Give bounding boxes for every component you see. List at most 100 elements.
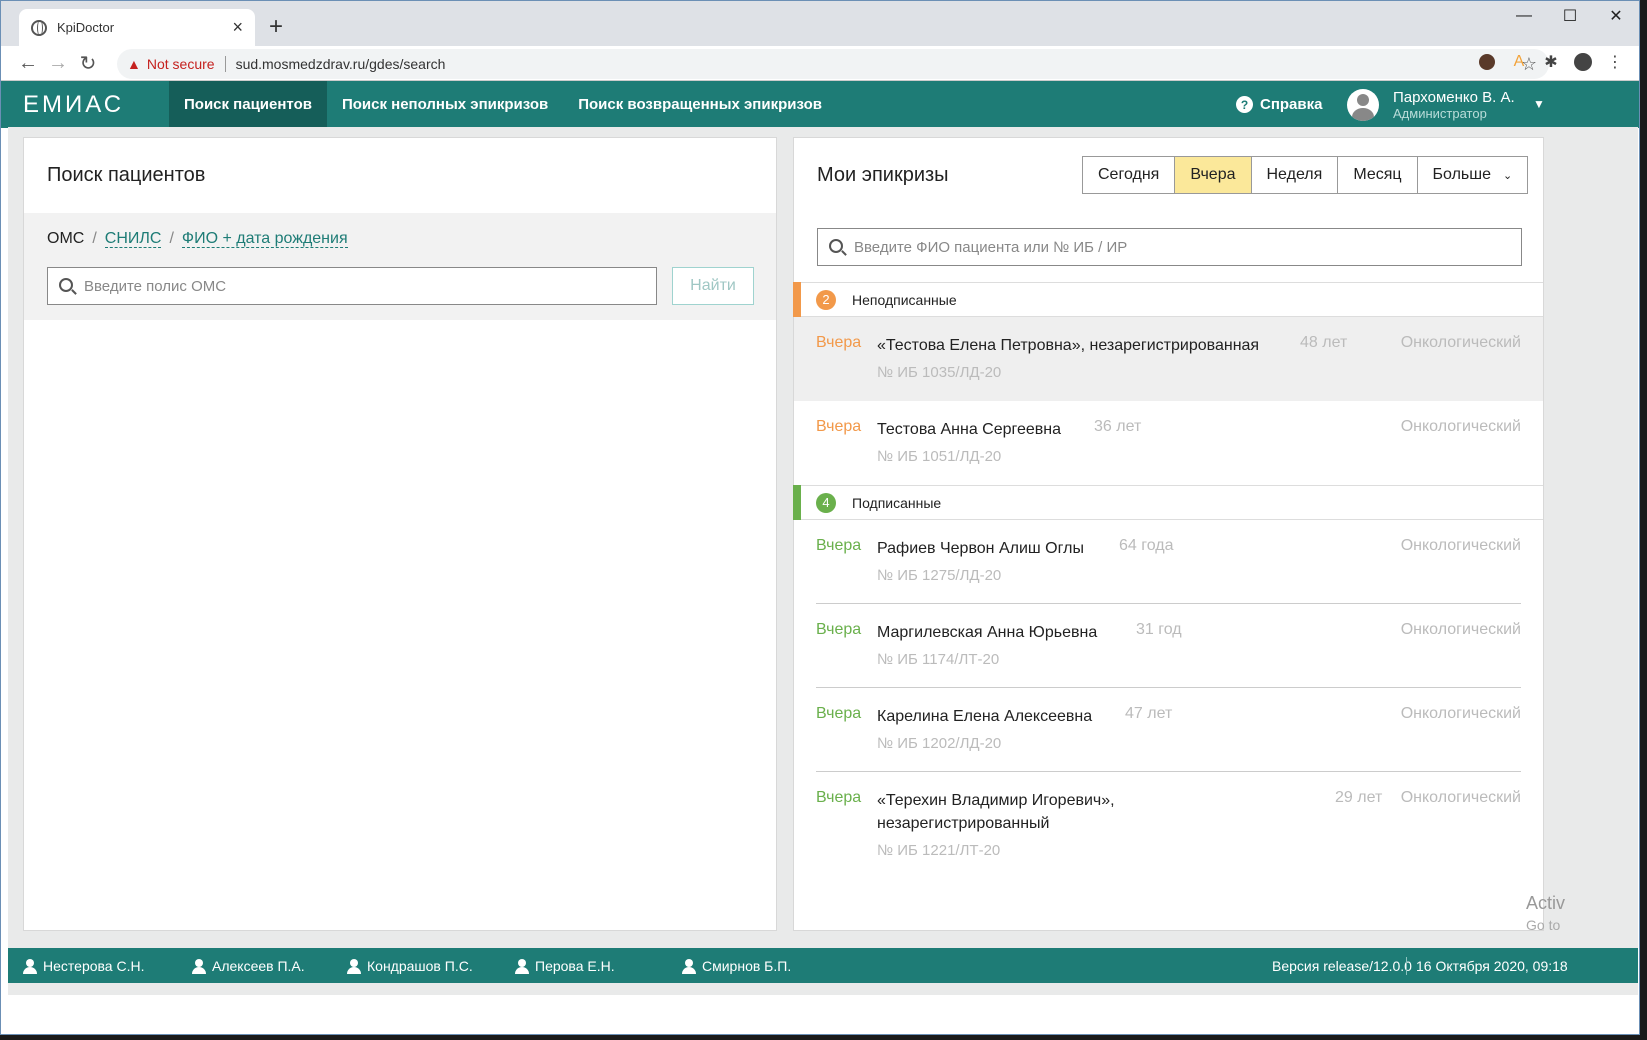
- item-date: Вчера: [816, 334, 862, 351]
- chevron-down-icon[interactable]: ▼: [1533, 97, 1545, 111]
- nav-patient-search[interactable]: Поиск пациентов: [169, 81, 327, 128]
- close-tab-icon[interactable]: ×: [232, 17, 243, 38]
- not-secure-label[interactable]: Not secure: [147, 56, 215, 72]
- forward-icon[interactable]: →: [43, 52, 73, 75]
- footer-user[interactable]: Перова Е.Н.: [515, 958, 667, 974]
- item-date: Вчера: [816, 789, 862, 806]
- avatar: [1347, 88, 1379, 121]
- epicrisis-search-input[interactable]: Введите ФИО пациента или № ИБ / ИР: [817, 228, 1522, 266]
- group-signed: 4 Подписанные: [793, 485, 1543, 520]
- maximize-button[interactable]: ☐: [1547, 1, 1593, 31]
- department: Онкологический: [1400, 334, 1521, 351]
- list-item[interactable]: Вчера «Тестова Елена Петровна», незареги…: [794, 317, 1543, 401]
- patient-name: Тестова Анна Сергеевна: [877, 421, 1062, 438]
- panel-title: Мои эпикризы: [817, 164, 949, 186]
- reload-icon[interactable]: ↻: [73, 51, 103, 76]
- period-more[interactable]: Больше ⌄: [1417, 157, 1528, 193]
- period-today[interactable]: Сегодня: [1083, 157, 1176, 193]
- url-text: sud.mosmedzdrav.ru/gdes/search: [235, 56, 446, 72]
- item-date: Вчера: [816, 537, 862, 554]
- mode-oms[interactable]: ОМС: [47, 230, 84, 247]
- signed-count-badge: 4: [816, 492, 836, 513]
- department: Онкологический: [1400, 537, 1521, 554]
- list-item[interactable]: Вчера «Терехин Владимир Игоревич», незаре…: [794, 772, 1543, 882]
- item-date: Вчера: [816, 705, 862, 722]
- find-button[interactable]: Найти: [672, 267, 754, 305]
- oms-search-input[interactable]: Введите полис ОМС: [47, 267, 657, 305]
- period-week[interactable]: Неделя: [1251, 157, 1339, 193]
- extensions: A ✱ ⋮: [1477, 52, 1625, 72]
- footer-user[interactable]: Кондрашов П.С.: [347, 958, 500, 974]
- patient-age: 64 года: [1119, 537, 1174, 554]
- patient-name: «Терехин Владимир Игоревич», незарегистри…: [877, 792, 1115, 832]
- new-tab-button[interactable]: +: [269, 13, 283, 41]
- close-window-button[interactable]: ✕: [1593, 1, 1639, 31]
- group-label: Неподписанные: [852, 291, 957, 308]
- user-icon: [23, 958, 37, 974]
- address-bar: ← → ↻ ▲ Not secure sud.mosmedzdrav.ru/gd…: [1, 46, 1639, 81]
- footer-user[interactable]: Смирнов Б.П.: [682, 958, 822, 974]
- mode-snils[interactable]: СНИЛС: [104, 230, 162, 248]
- list-item[interactable]: Вчера Маргилевская Анна Юрьевна 31 год О…: [794, 604, 1543, 688]
- case-number: № ИБ 1051/ЛД-20: [877, 448, 1002, 465]
- warning-icon: ▲: [127, 56, 141, 72]
- patient-name: «Тестова Елена Петровна», незарегистриро…: [877, 337, 1260, 354]
- user-icon: [192, 958, 206, 974]
- puzzle-icon[interactable]: ✱: [1541, 52, 1561, 72]
- activation-watermark-sub: Go to: [1526, 917, 1561, 933]
- patient-age: 48 лет: [1300, 334, 1348, 351]
- period-yesterday[interactable]: Вчера: [1175, 157, 1252, 193]
- patient-name: Маргилевская Анна Юрьевна: [877, 624, 1098, 641]
- period-month[interactable]: Месяц: [1338, 157, 1418, 193]
- chevron-down-icon: ⌄: [1503, 169, 1513, 182]
- profile-icon[interactable]: [1573, 52, 1593, 72]
- patient-age: 29 лет: [1335, 789, 1383, 806]
- user-role: Администратор: [1393, 105, 1487, 121]
- department: Онкологический: [1400, 621, 1521, 638]
- url-field[interactable]: ▲ Not secure sud.mosmedzdrav.ru/gdes/sea…: [117, 49, 1549, 79]
- department: Онкологический: [1400, 418, 1521, 435]
- extension-icon[interactable]: [1477, 52, 1497, 72]
- help-label: Справка: [1260, 96, 1323, 113]
- list-item[interactable]: Вчера Тестова Анна Сергеевна 36 лет Онко…: [794, 401, 1543, 485]
- menu-icon[interactable]: ⋮: [1605, 52, 1625, 72]
- footer-user[interactable]: Нестерова С.Н.: [23, 958, 177, 974]
- my-epicrises-panel: Мои эпикризы Сегодня Вчера Неделя Месяц …: [793, 137, 1544, 931]
- nav-incomplete-epicrises[interactable]: Поиск неполных эпикризов: [327, 81, 563, 128]
- department: Онкологический: [1400, 705, 1521, 722]
- case-number: № ИБ 1202/ЛД-20: [877, 735, 1002, 752]
- emias-logo[interactable]: ЕМИАС: [1, 81, 169, 128]
- tab-strip: KpiDoctor × + — ☐ ✕: [1, 1, 1639, 46]
- list-item[interactable]: Вчера Карелина Елена Алексеевна 47 лет О…: [794, 688, 1543, 772]
- window-controls: — ☐ ✕: [1501, 1, 1639, 31]
- list-item[interactable]: Вчера Рафиев Червон Алиш Оглы 64 года Он…: [794, 520, 1543, 604]
- minimize-button[interactable]: —: [1501, 1, 1547, 31]
- extension-a-icon[interactable]: A: [1509, 52, 1529, 72]
- department: Онкологический: [1400, 789, 1521, 806]
- mode-fio-dob[interactable]: ФИО + дата рождения: [181, 230, 348, 248]
- group-unsigned: 2 Неподписанные: [793, 282, 1543, 317]
- footer-user[interactable]: Алексеев П.А.: [192, 958, 332, 974]
- group-label: Подписанные: [852, 494, 942, 511]
- panel-title: Поиск пациентов: [47, 164, 206, 186]
- main-content: Поиск пациентов ОМС / СНИЛС / ФИО + дата рож…: [8, 127, 1638, 995]
- case-number: № ИБ 1221/ЛТ-20: [877, 842, 1001, 859]
- back-icon[interactable]: ←: [13, 52, 43, 75]
- epicrisis-placeholder: Введите ФИО пациента или № ИБ / ИР: [854, 238, 1128, 256]
- patient-name: Рафиев Червон Алиш Оглы: [877, 540, 1084, 557]
- user-icon: [347, 958, 361, 974]
- help-link[interactable]: ? Справка: [1236, 81, 1322, 128]
- user-icon: [515, 958, 529, 974]
- item-date: Вчера: [816, 418, 862, 435]
- app-header: ЕМИАС Поиск пациентов Поиск неполных эпи…: [1, 81, 1639, 128]
- user-menu[interactable]: Пархоменко В. А. Администратор: [1347, 81, 1515, 128]
- browser-tab[interactable]: KpiDoctor ×: [19, 9, 255, 46]
- patient-search-panel: Поиск пациентов ОМС / СНИЛС / ФИО + дата рож…: [23, 137, 777, 931]
- patient-age: 31 год: [1136, 621, 1182, 638]
- search-mode-switch: ОМС / СНИЛС / ФИО + дата рождения: [47, 230, 348, 248]
- case-number: № ИБ 1174/ЛТ-20: [877, 651, 1000, 668]
- unsigned-count-badge: 2: [816, 289, 836, 310]
- nav-returned-epicrises[interactable]: Поиск возвращенных эпикризов: [563, 81, 837, 128]
- tab-title: KpiDoctor: [57, 20, 115, 35]
- search-zone: ОМС / СНИЛС / ФИО + дата рождения Введите по…: [24, 213, 776, 320]
